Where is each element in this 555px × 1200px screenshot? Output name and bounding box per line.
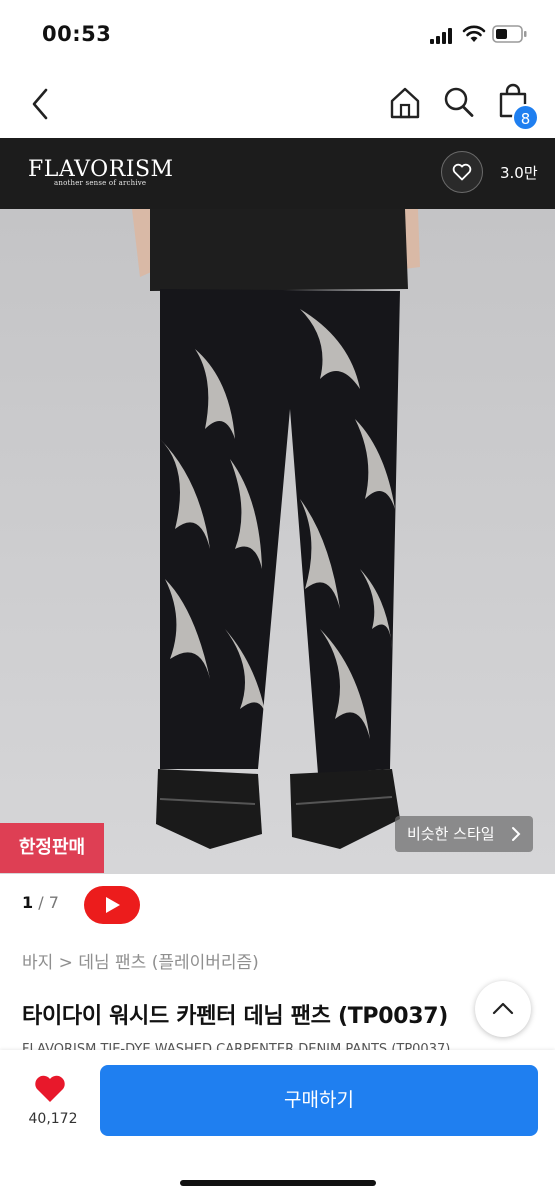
chevron-right-icon [511,816,521,865]
wish-count: 40,172 [28,1111,78,1127]
image-counter: 1 / 7 [22,893,59,912]
limited-sale-badge: 한정판매 [0,823,104,873]
brand-like-count: 3.0만 [500,164,538,182]
bottom-action-bar: 40,172 구매하기 [0,1050,555,1200]
status-bar: 00:53 [0,0,555,70]
battery-icon [492,25,527,43]
back-arrow-icon[interactable] [26,84,56,124]
home-icon[interactable] [388,85,422,121]
image-counter-current: 1 [22,893,34,912]
heart-outline-icon [452,163,472,181]
buy-button[interactable]: 구매하기 [100,1065,538,1136]
home-indicator [180,1180,376,1186]
image-counter-total: / 7 [33,893,59,912]
status-time: 00:53 [42,22,112,46]
chevron-up-icon [492,1002,514,1015]
brand-bar[interactable]: FLAVORISM another sense of archive 3.0만 [0,138,555,209]
product-title: 타이다이 워시드 카펜터 데님 팬츠 (TP0037) [22,1004,449,1029]
video-play-button[interactable] [84,886,140,924]
cart-count-badge: 8 [512,104,539,131]
brand-tagline: another sense of archive [54,179,147,187]
play-icon [106,897,120,913]
product-photo [0,209,555,874]
cellular-signal-icon [430,28,452,44]
brand-like-button[interactable] [441,151,483,193]
breadcrumb[interactable]: 바지 > 데님 팬츠 (플레이버리즘) [22,948,259,973]
similar-style-label: 비슷한 스타일 [407,825,495,843]
similar-style-button[interactable]: 비슷한 스타일 [395,816,533,852]
scroll-to-top-button[interactable] [475,981,531,1037]
search-icon[interactable] [442,84,476,120]
heart-filled-icon[interactable] [33,1074,67,1104]
top-nav: 8 [0,70,555,138]
product-image[interactable] [0,209,555,874]
wifi-icon [462,25,486,42]
